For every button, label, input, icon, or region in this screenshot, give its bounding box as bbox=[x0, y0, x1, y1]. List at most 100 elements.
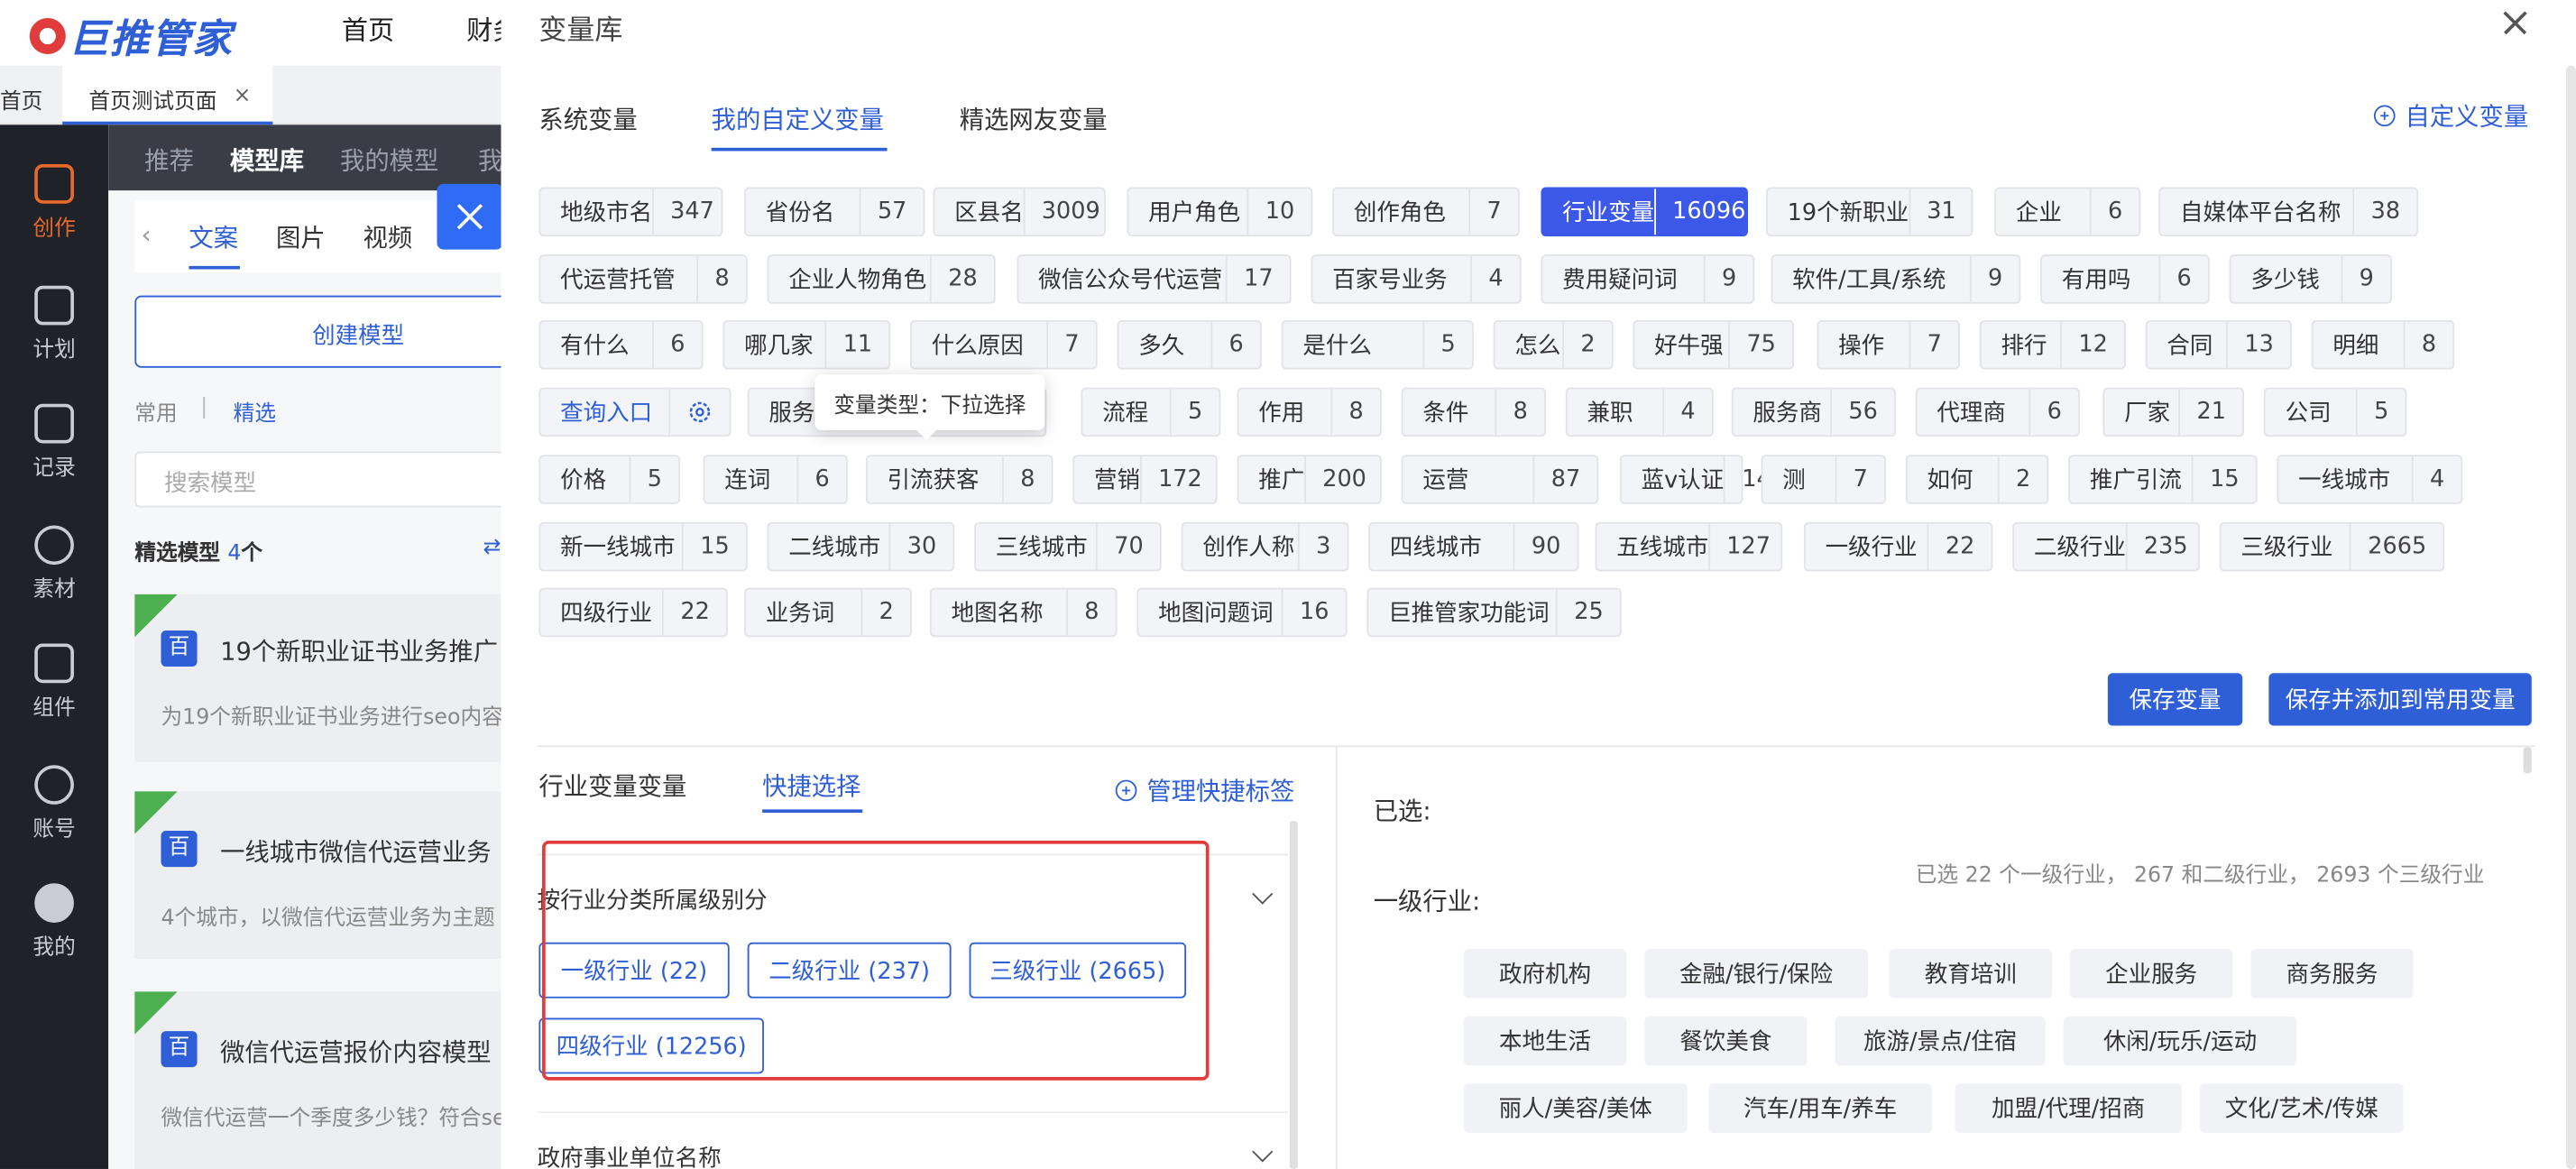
variable-chip[interactable]: 一线城市 4 bbox=[2277, 454, 2463, 504]
variable-chip[interactable]: 五线城市 127 bbox=[1595, 520, 1783, 571]
variable-chip[interactable]: 费用疑问词 9 bbox=[1541, 253, 1755, 304]
variable-chip[interactable]: 公司 5 bbox=[2263, 387, 2407, 437]
tab-featured-vars[interactable]: 精选网友变量 bbox=[960, 102, 1108, 136]
variable-chip[interactable]: 巨推管家功能词 25 bbox=[1366, 587, 1622, 638]
variable-chip[interactable]: 代运营托管 8 bbox=[538, 253, 748, 304]
variable-chip[interactable]: 价格 5 bbox=[538, 454, 681, 504]
back-arrow-icon[interactable]: ‹ bbox=[142, 220, 152, 250]
variable-chip[interactable]: 业务词 2 bbox=[744, 587, 912, 638]
gear-icon[interactable] bbox=[668, 389, 729, 436]
variable-chip[interactable]: 19个新职业 31 bbox=[1766, 187, 1973, 237]
variable-chip[interactable]: 地级市名 347 bbox=[538, 187, 723, 237]
variable-chip[interactable]: 行业变量 16096 bbox=[1541, 187, 1748, 237]
variable-chip[interactable]: 兼职 4 bbox=[1565, 387, 1714, 437]
variable-chip[interactable]: 操作 7 bbox=[1817, 320, 1960, 371]
variable-chip[interactable]: 服务商 56 bbox=[1731, 387, 1896, 437]
variable-chip[interactable]: 百家号业务 4 bbox=[1311, 253, 1522, 304]
sidebar-item-account[interactable]: 账号 bbox=[0, 765, 108, 842]
variable-chip[interactable]: 代理商 6 bbox=[1915, 387, 2080, 437]
tab-video[interactable]: 视频 bbox=[363, 220, 413, 254]
left-scrollbar[interactable] bbox=[1289, 821, 1298, 1169]
variable-chip[interactable]: 流程 5 bbox=[1081, 387, 1221, 437]
variable-chip[interactable]: 如何 2 bbox=[1905, 454, 2049, 504]
sidebar-item-material[interactable]: 素材 bbox=[0, 525, 108, 603]
tab-image[interactable]: 图片 bbox=[276, 220, 326, 254]
app-logo[interactable]: 巨推管家 bbox=[29, 6, 234, 64]
group-header-gov[interactable]: 政府事业单位名称 bbox=[538, 1141, 722, 1168]
variable-chip[interactable]: 运营 87 bbox=[1401, 454, 1599, 504]
variable-chip[interactable]: 省份名 57 bbox=[744, 187, 925, 237]
right-scrollbar[interactable] bbox=[2523, 747, 2532, 774]
variable-chip[interactable]: 什么原因 7 bbox=[910, 320, 1098, 371]
variable-chip[interactable]: 三线城市 70 bbox=[974, 520, 1162, 571]
tab-system-vars[interactable]: 系统变量 bbox=[538, 102, 637, 136]
variable-chip[interactable]: 测7 bbox=[1761, 454, 1886, 504]
variable-chip[interactable]: 四级行业 22 bbox=[538, 587, 728, 638]
tab-industry-vars[interactable]: 行业变量变量 bbox=[538, 769, 686, 803]
variable-chip[interactable]: 推广引流 15 bbox=[2068, 454, 2258, 504]
variable-chip[interactable]: 自媒体平台名称 38 bbox=[2158, 187, 2419, 237]
industry-tag[interactable]: 本地生活 bbox=[1463, 1016, 1627, 1066]
variable-chip[interactable]: 软件/工具/系统 9 bbox=[1771, 253, 2021, 304]
variable-chip[interactable]: 创作人称 3 bbox=[1181, 520, 1349, 571]
industry-tag[interactable]: 政府机构 bbox=[1463, 949, 1627, 999]
variable-chip[interactable]: 作用 8 bbox=[1237, 387, 1382, 437]
industry-tag[interactable]: 加盟/代理/招商 bbox=[1955, 1083, 2182, 1133]
variable-chip[interactable]: 好牛强 75 bbox=[1633, 320, 1794, 371]
sidebar-item-mine[interactable]: 我的 bbox=[0, 883, 108, 961]
industry-tag[interactable]: 旅游/景点/住宿 bbox=[1835, 1016, 2046, 1066]
tab-quick-select[interactable]: 快捷选择 bbox=[762, 769, 860, 803]
variable-chip[interactable]: 排行 12 bbox=[1979, 320, 2126, 371]
filter-featured[interactable]: 精选 bbox=[234, 396, 276, 427]
variable-chip[interactable]: 二级行业 235 bbox=[2012, 520, 2200, 571]
variable-chip[interactable]: 查询入口 bbox=[538, 387, 731, 437]
variable-chip[interactable]: 地图名称 8 bbox=[929, 587, 1118, 638]
tab-close-icon[interactable]: × bbox=[234, 84, 252, 108]
custom-variable-link[interactable]: 自定义变量 bbox=[2373, 98, 2528, 133]
variable-chip[interactable]: 营销 172 bbox=[1072, 454, 1218, 504]
variable-chip[interactable]: 创作角色 7 bbox=[1332, 187, 1520, 237]
variable-chip[interactable]: 引流获客 8 bbox=[865, 454, 1053, 504]
variable-chip[interactable]: 企业 6 bbox=[1994, 187, 2141, 237]
industry-tag[interactable]: 汽车/用车/养车 bbox=[1708, 1083, 1932, 1133]
variable-chip[interactable]: 新一线城市 15 bbox=[538, 520, 748, 571]
variable-chip[interactable]: 多久 6 bbox=[1117, 320, 1262, 371]
variable-chip[interactable]: 区县名 3009 bbox=[933, 187, 1106, 237]
variable-chip[interactable]: 连词 6 bbox=[703, 454, 848, 504]
variable-chip[interactable]: 怎么 2 bbox=[1493, 320, 1614, 371]
variable-chip[interactable]: 一级行业 22 bbox=[1803, 520, 1993, 571]
variable-chip[interactable]: 企业人物角色 28 bbox=[767, 253, 996, 304]
modal-close-icon[interactable] bbox=[2500, 6, 2533, 39]
sidebar-item-create[interactable]: 创作 bbox=[0, 164, 108, 242]
industry-tag[interactable]: 金融/银行/保险 bbox=[1644, 949, 1868, 999]
tab-copy[interactable]: 文案 bbox=[189, 220, 238, 254]
variable-chip[interactable]: 有什么 6 bbox=[538, 320, 704, 371]
tab-my-models[interactable]: 我的模型 bbox=[340, 143, 438, 177]
create-model-button[interactable]: 创建模型 bbox=[134, 295, 529, 368]
tab-page-test[interactable]: 首页测试页面 × bbox=[62, 65, 273, 125]
filter-common[interactable]: 常用 bbox=[134, 396, 177, 427]
industry-tag[interactable]: 丽人/美容/美体 bbox=[1463, 1083, 1688, 1133]
industry-tag[interactable]: 商务服务 bbox=[2250, 949, 2414, 999]
variable-chip[interactable]: 条件 8 bbox=[1401, 387, 1546, 437]
variable-chip[interactable]: 三级行业 2665 bbox=[2219, 520, 2445, 571]
industry-tag[interactable]: 休闲/玩乐/运动 bbox=[2063, 1016, 2297, 1066]
tab-more[interactable]: 我 bbox=[478, 143, 502, 177]
variable-chip[interactable]: 四线城市 90 bbox=[1368, 520, 1579, 571]
tab-home[interactable]: 首页 bbox=[0, 84, 42, 115]
nav-home[interactable]: 首页 bbox=[342, 8, 394, 48]
manage-tags-link[interactable]: 管理快捷标签 bbox=[1115, 773, 1294, 807]
industry-tag[interactable]: 文化/艺术/传媒 bbox=[2199, 1083, 2404, 1133]
sidebar-item-record[interactable]: 记录 bbox=[0, 403, 108, 481]
variable-chip[interactable]: 推广 200 bbox=[1237, 454, 1382, 504]
model-search-input[interactable]: 搜索模型 bbox=[134, 451, 529, 508]
save-variable-button[interactable]: 保存变量 bbox=[2107, 673, 2243, 726]
sidebar-item-plan[interactable]: 计划 bbox=[0, 285, 108, 363]
modal-scrollbar[interactable] bbox=[2566, 65, 2576, 1169]
model-card[interactable]: 百 微信代运营报价内容模型 微信代运营一个季度多少钱？符合se bbox=[134, 991, 506, 1169]
variable-chip[interactable]: 明细 8 bbox=[2311, 320, 2455, 371]
tab-model-library[interactable]: 模型库 bbox=[230, 143, 304, 177]
industry-tag[interactable]: 教育培训 bbox=[1889, 949, 2052, 999]
variable-chip[interactable]: 地图问题词 16 bbox=[1136, 587, 1348, 638]
variable-chip[interactable]: 有用吗 6 bbox=[2040, 253, 2210, 304]
